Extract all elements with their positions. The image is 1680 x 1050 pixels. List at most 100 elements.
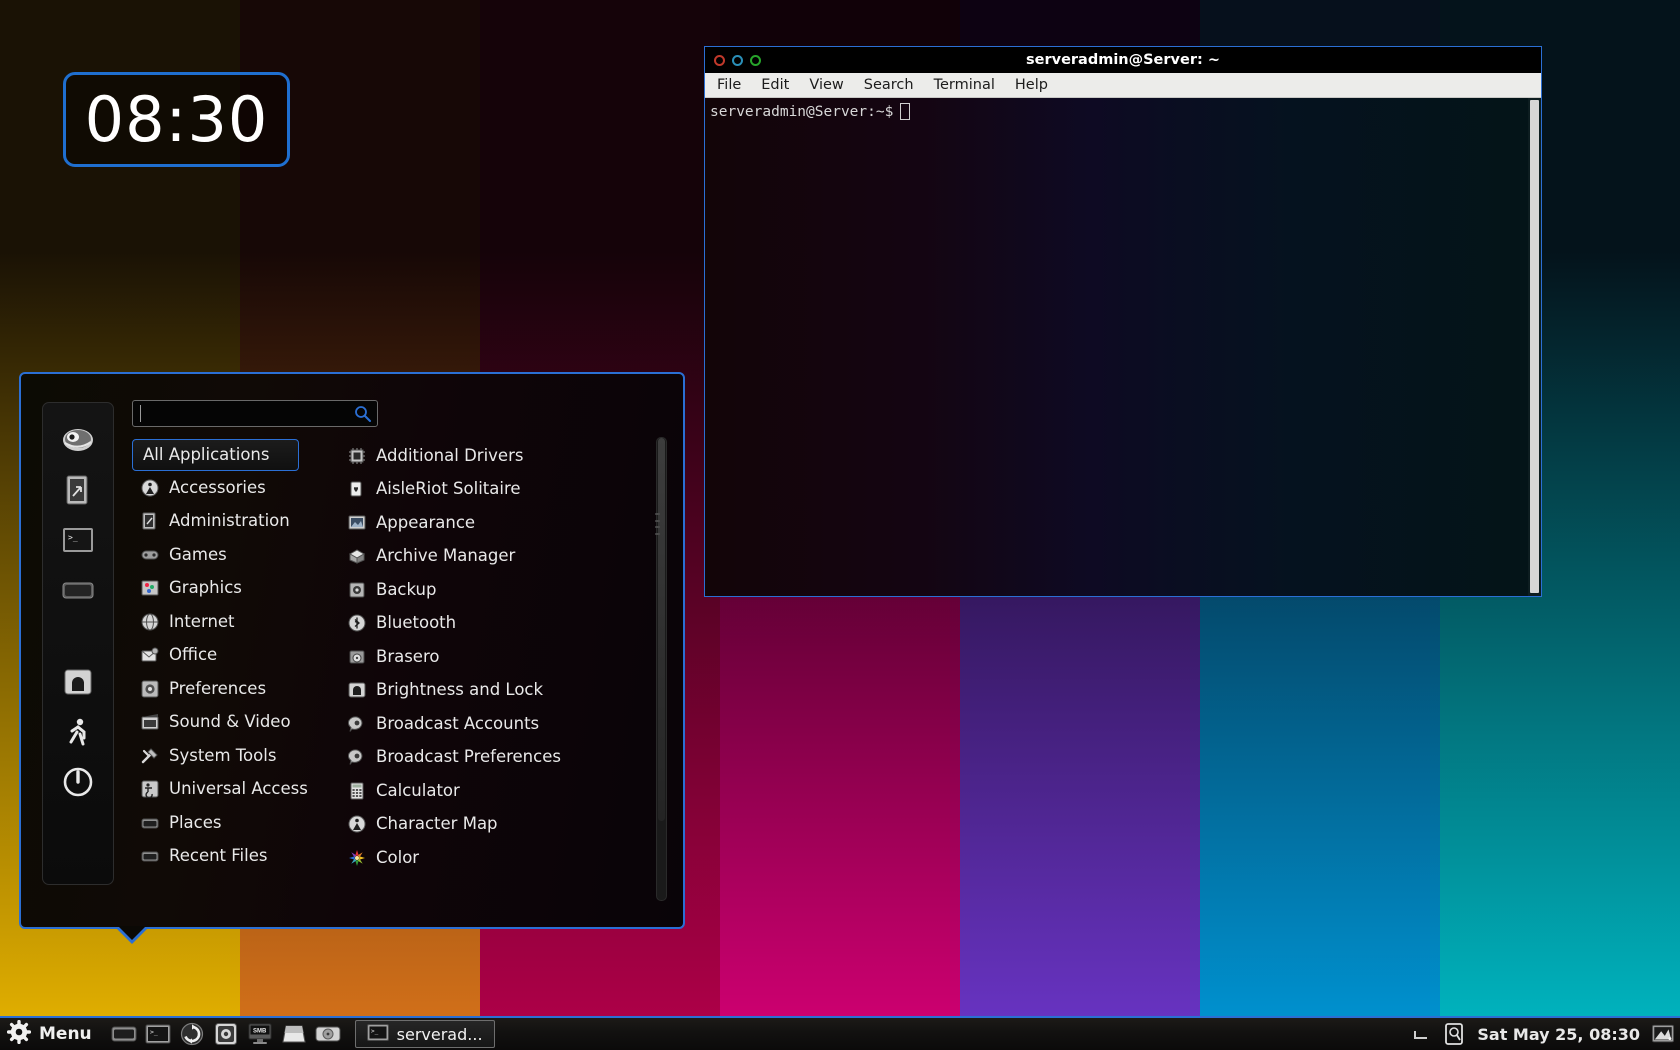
taskbar-clock[interactable]: Sat May 25, 08:30 <box>1474 1025 1643 1044</box>
places-folder-icon <box>140 813 159 832</box>
taskbar[interactable]: Menu >_ SMB >_ serverad... Sat May 25, 0… <box>0 1016 1680 1050</box>
broadcast-accounts-icon <box>347 714 366 733</box>
application-menu-panel[interactable]: >_ All Applications Accessories Administ… <box>19 372 685 944</box>
category-list[interactable]: All Applications Accessories Administrat… <box>132 435 339 917</box>
show-desktop-icon[interactable] <box>111 1022 137 1046</box>
category-office[interactable]: Office <box>132 639 339 673</box>
category-internet[interactable]: Internet <box>132 605 339 639</box>
application-list[interactable]: Additional Drivers AisleRiot Solitaire A… <box>339 435 673 917</box>
app-broadcast-accounts[interactable]: Broadcast Accounts <box>339 707 673 741</box>
keyboard-tray-icon[interactable] <box>1412 1023 1434 1045</box>
system-tools-hammer-icon <box>140 746 159 765</box>
desktop-clock-widget[interactable]: 08:30 <box>63 72 290 167</box>
app-additional-drivers[interactable]: Additional Drivers <box>339 439 673 473</box>
terminal-scrollbar[interactable] <box>1528 98 1541 596</box>
app-character-map[interactable]: Character Map <box>339 808 673 842</box>
app-color[interactable]: Color <box>339 841 673 875</box>
quick-launch-bar[interactable]: >_ SMB <box>111 1022 341 1046</box>
search-input[interactable] <box>132 400 378 427</box>
terminal-icon[interactable]: >_ <box>58 520 98 560</box>
menu-terminal[interactable]: Terminal <box>934 77 995 93</box>
terminal-icon[interactable]: >_ <box>145 1022 171 1046</box>
app-label: Calculator <box>376 780 460 800</box>
category-recent-files[interactable]: Recent Files <box>132 840 339 874</box>
quit-power-icon[interactable] <box>58 762 98 802</box>
app-label: Archive Manager <box>376 546 516 565</box>
category-system-tools[interactable]: System Tools <box>132 739 339 773</box>
terminal-content[interactable]: serveradmin@Server:~$ <box>705 98 1541 596</box>
svg-text:>_: >_ <box>150 1028 158 1036</box>
terminal-scrollbar-thumb[interactable] <box>1530 100 1539 593</box>
app-backup[interactable]: Backup <box>339 573 673 607</box>
menu-search-row[interactable] <box>132 400 378 427</box>
app-brightness-and-lock[interactable]: Brightness and Lock <box>339 674 673 708</box>
software-manager-icon[interactable] <box>58 470 98 510</box>
system-tray[interactable]: Sat May 25, 08:30 <box>1412 1023 1680 1045</box>
lock-screen-icon[interactable] <box>58 662 98 702</box>
menu-button[interactable]: Menu <box>0 1019 101 1049</box>
category-label: Places <box>169 812 222 832</box>
menu-search[interactable]: Search <box>864 77 914 93</box>
app-archive-manager[interactable]: Archive Manager <box>339 540 673 574</box>
app-aisleriot-solitaire[interactable]: AisleRiot Solitaire <box>339 473 673 507</box>
calculator-icon <box>347 781 366 800</box>
category-label: Preferences <box>169 678 267 698</box>
disk-icon[interactable] <box>281 1022 307 1046</box>
category-sound-video[interactable]: Sound & Video <box>132 706 339 740</box>
app-label: Brasero <box>376 646 440 666</box>
universal-access-icon <box>140 780 159 799</box>
app-bluetooth[interactable]: Bluetooth <box>339 607 673 641</box>
menu-button-label: Menu <box>39 1024 92 1044</box>
category-games[interactable]: Games <box>132 538 339 572</box>
update-manager-icon[interactable] <box>179 1022 205 1046</box>
menu-file[interactable]: File <box>717 77 741 93</box>
category-administration[interactable]: Administration <box>132 505 339 539</box>
menu-edit[interactable]: Edit <box>761 77 789 93</box>
app-brasero[interactable]: Brasero <box>339 640 673 674</box>
app-label: Color <box>376 847 420 867</box>
aisleriot-solitaire-cards-icon <box>347 480 366 499</box>
terminal-cursor <box>900 103 911 120</box>
menu-view[interactable]: View <box>809 77 843 93</box>
samba-share-icon[interactable]: SMB <box>247 1022 273 1046</box>
category-preferences[interactable]: Preferences <box>132 672 339 706</box>
category-graphics[interactable]: Graphics <box>132 572 339 606</box>
terminal-menubar[interactable]: File Edit View Search Terminal Help <box>705 73 1541 98</box>
category-all-applications[interactable]: All Applications <box>132 439 299 471</box>
graphics-icon <box>140 579 159 598</box>
removable-media-tray-icon[interactable] <box>1443 1023 1465 1045</box>
application-list-scrollbar-thumb[interactable] <box>658 438 665 822</box>
recent-files-icon <box>140 847 159 866</box>
category-universal-access[interactable]: Universal Access <box>132 773 339 807</box>
terminal-titlebar[interactable]: serveradmin@Server: ~ <box>705 47 1541 73</box>
terminal-prompt: serveradmin@Server:~$ <box>710 103 894 120</box>
terminal-title: serveradmin@Server: ~ <box>1026 52 1220 68</box>
window-list[interactable]: >_ serverad... <box>354 1020 495 1048</box>
category-label: System Tools <box>169 745 277 765</box>
hard-drive-icon[interactable] <box>315 1022 341 1046</box>
internet-globe-icon <box>140 612 159 631</box>
application-list-resize-grip[interactable] <box>655 513 660 535</box>
app-calculator[interactable]: Calculator <box>339 774 673 808</box>
additional-drivers-icon <box>347 446 366 465</box>
accessories-icon <box>140 478 159 497</box>
display-tray-icon[interactable] <box>1652 1023 1674 1045</box>
taskbar-window-serveradmin[interactable]: >_ serverad... <box>354 1020 495 1048</box>
category-accessories[interactable]: Accessories <box>132 471 339 505</box>
app-broadcast-preferences[interactable]: Broadcast Preferences <box>339 741 673 775</box>
app-appearance[interactable]: Appearance <box>339 506 673 540</box>
package-manager-icon[interactable] <box>58 570 98 610</box>
menu-help[interactable]: Help <box>1015 77 1048 93</box>
menu-sidebar[interactable]: >_ <box>42 402 114 885</box>
software-manager-icon[interactable] <box>213 1022 239 1046</box>
category-label: Office <box>169 645 218 664</box>
category-places[interactable]: Places <box>132 806 339 840</box>
firefox-web-browser-icon[interactable] <box>58 420 98 460</box>
logout-icon[interactable] <box>58 712 98 752</box>
sound-video-icon <box>140 713 159 732</box>
app-label: Character Map <box>376 814 498 833</box>
application-list-scrollbar[interactable] <box>656 437 667 901</box>
search-icon[interactable] <box>354 405 371 422</box>
terminal-window[interactable]: serveradmin@Server: ~ File Edit View Sea… <box>704 46 1542 597</box>
mint-gear-icon <box>6 1019 32 1048</box>
